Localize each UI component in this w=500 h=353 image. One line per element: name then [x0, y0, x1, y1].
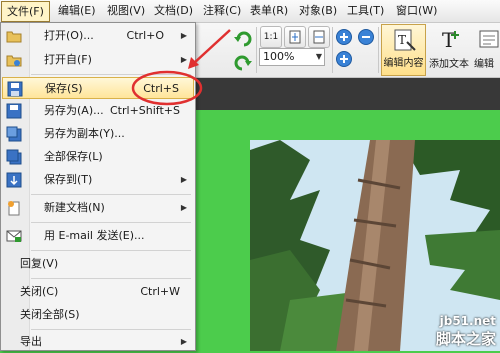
watermark-name: 脚本之家	[435, 330, 496, 348]
highlight-ellipse	[131, 70, 203, 106]
pointer-arrow-line	[192, 29, 231, 65]
tutorial-annotation	[131, 29, 231, 106]
watermark-url: jb51.net	[439, 314, 496, 328]
site-watermark: jb51.net 脚本之家	[436, 314, 496, 349]
